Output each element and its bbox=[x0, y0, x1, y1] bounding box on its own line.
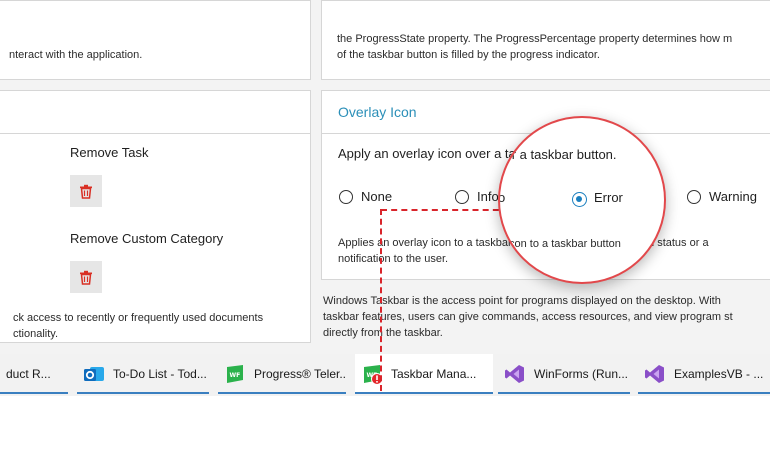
jump-list-card: Remove Task Remove Custom Category ck ac… bbox=[0, 90, 311, 343]
magnified-info-fragment: o bbox=[498, 190, 506, 205]
taskbar-item-todo[interactable]: To-Do List - Tod... bbox=[77, 354, 209, 394]
jump-list-footer-line1: ck access to recently or frequently used… bbox=[13, 312, 264, 324]
taskbar-item-label: ExamplesVB - ... bbox=[674, 367, 764, 381]
remove-custom-category-button[interactable] bbox=[70, 261, 102, 293]
top-left-card: nteract with the application. bbox=[0, 0, 311, 80]
taskbar-item-indicator bbox=[218, 392, 346, 394]
radio-none-label[interactable]: None bbox=[361, 189, 392, 204]
magnified-description-fragment: y icon to a taskbar button bbox=[498, 238, 621, 250]
taskbar-item-examplesvb[interactable]: ExamplesVB - ... bbox=[638, 354, 770, 394]
top-right-card-line2: of the taskbar button is filled by the p… bbox=[337, 49, 600, 61]
trash-icon bbox=[80, 184, 92, 199]
remove-task-label: Remove Task bbox=[70, 145, 149, 160]
magnifier-callout: ver a taskbar button. o Error y icon to … bbox=[498, 116, 666, 284]
radio-info[interactable] bbox=[455, 190, 469, 204]
outlook-icon bbox=[84, 367, 104, 381]
jump-list-footer-line2: ctionality. bbox=[13, 328, 59, 340]
taskbar-item-label: duct R... bbox=[6, 367, 51, 381]
radio-warning[interactable] bbox=[687, 190, 701, 204]
radio-warning-label[interactable]: Warning bbox=[709, 189, 757, 204]
magnified-description-fragment-2: user. bbox=[498, 254, 522, 266]
callout-connector-vertical bbox=[380, 209, 382, 391]
remove-custom-category-label: Remove Custom Category bbox=[70, 231, 224, 246]
taskbar-item-winforms-run[interactable]: WinForms (Run... bbox=[498, 354, 630, 394]
taskbar-item-indicator bbox=[0, 392, 68, 394]
taskbar-item-label: To-Do List - Tod... bbox=[113, 367, 207, 381]
top-right-card-line1: the ProgressState property. The Progress… bbox=[337, 33, 733, 45]
visual-studio-icon bbox=[645, 365, 664, 383]
bottom-text-line3: directly from the taskbar. bbox=[323, 327, 443, 339]
winforms-app-icon: WF bbox=[227, 365, 243, 383]
radio-none[interactable] bbox=[339, 190, 353, 204]
taskbar-item-label: WinForms (Run... bbox=[534, 367, 629, 381]
top-left-card-text: nteract with the application. bbox=[9, 49, 143, 61]
taskbar-item-indicator bbox=[498, 392, 630, 394]
bottom-text-line2: taskbar features, users can give command… bbox=[323, 311, 733, 323]
callout-connector-horizontal bbox=[381, 209, 509, 211]
overlay-icon-title: Overlay Icon bbox=[338, 104, 417, 120]
jump-list-card-divider bbox=[0, 133, 310, 134]
taskbar-item-indicator bbox=[355, 392, 493, 394]
trash-icon bbox=[80, 270, 92, 285]
overlay-description-line2: notification to the user. bbox=[338, 253, 449, 265]
bottom-text-line1: Windows Taskbar is the access point for … bbox=[323, 295, 721, 307]
taskbar-item-indicator bbox=[638, 392, 770, 394]
top-right-card: the ProgressState property. The Progress… bbox=[321, 0, 770, 80]
taskbar-item-label: Progress® Teler... bbox=[254, 367, 346, 381]
taskbar-item-product[interactable]: duct R... bbox=[0, 354, 68, 394]
radio-info-label[interactable]: Info bbox=[477, 189, 499, 204]
radio-error-label[interactable]: Error bbox=[594, 190, 623, 205]
magnified-instruction-fragment: ver a taskbar button. bbox=[498, 147, 617, 162]
remove-task-button[interactable] bbox=[70, 175, 102, 207]
taskbar-item-taskbar-manager[interactable]: WF Taskbar Mana... bbox=[355, 354, 493, 394]
taskbar-item-progress-telerik[interactable]: WF Progress® Teler... bbox=[218, 354, 346, 394]
taskbar-item-label: Taskbar Mana... bbox=[391, 367, 477, 381]
radio-error[interactable] bbox=[572, 192, 587, 207]
visual-studio-icon bbox=[505, 365, 524, 383]
svg-text:WF: WF bbox=[230, 372, 241, 379]
taskbar-item-indicator bbox=[77, 392, 209, 394]
